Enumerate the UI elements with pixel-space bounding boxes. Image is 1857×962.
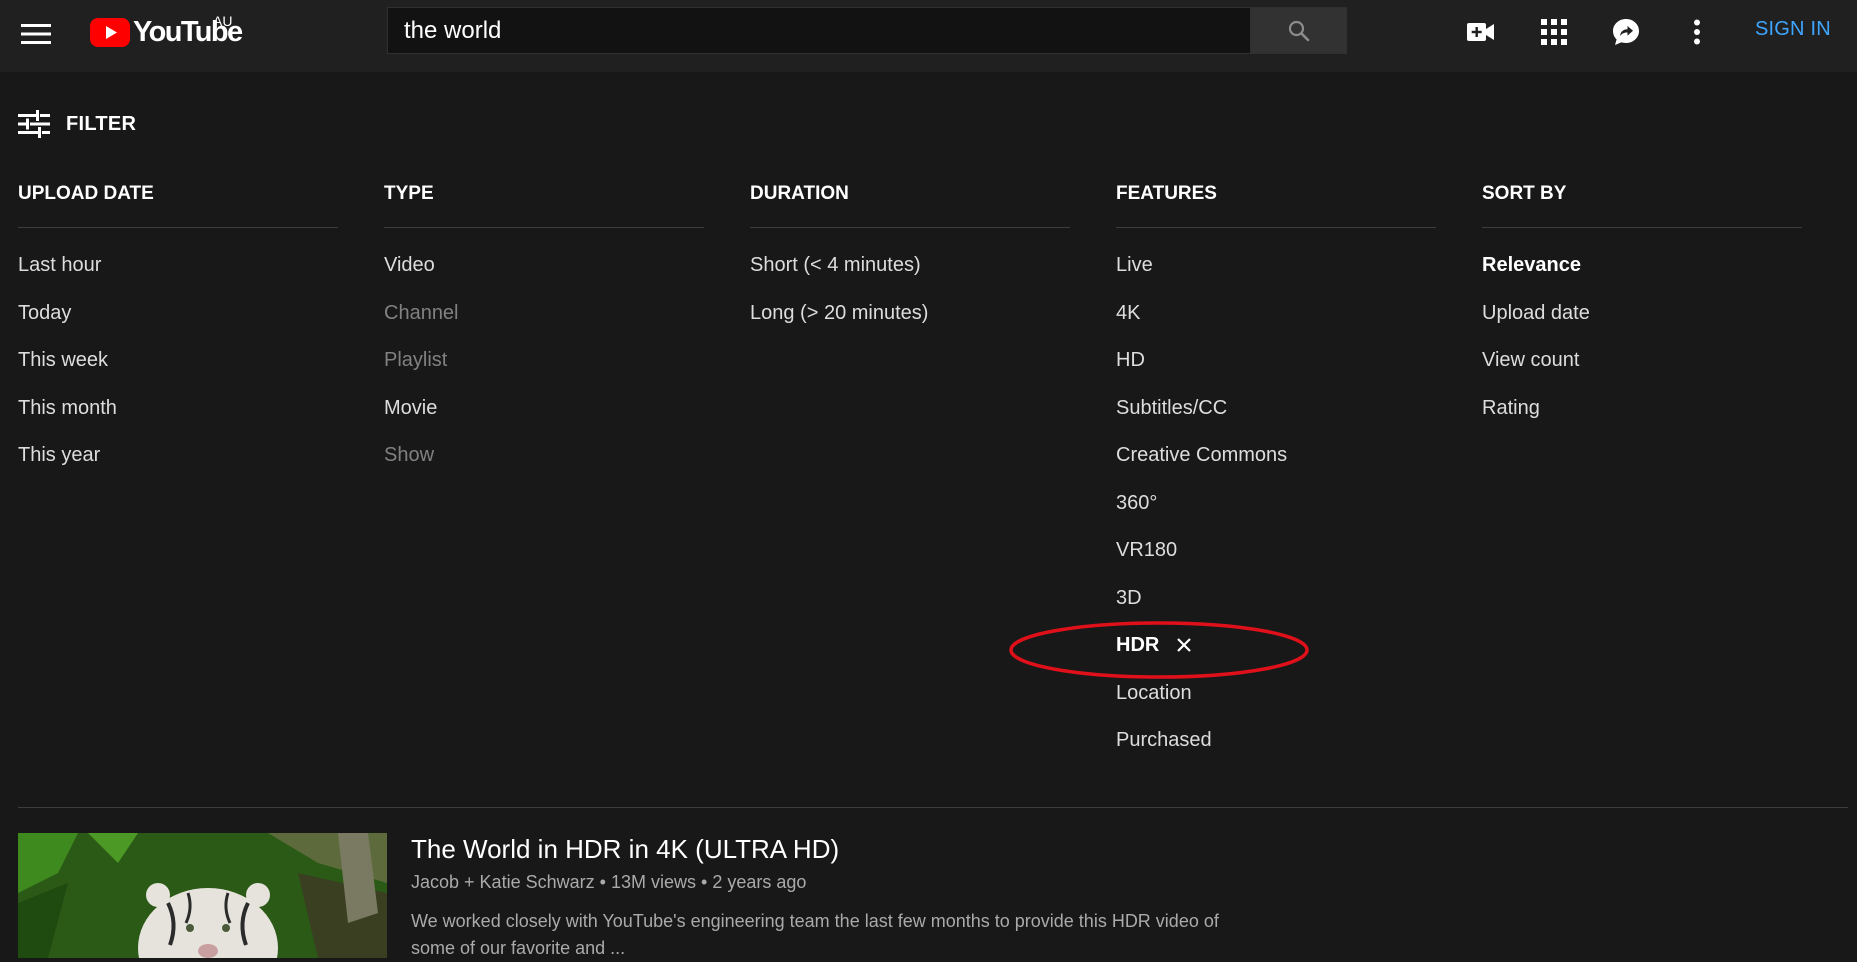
sort-option-relevance[interactable]: Relevance: [1482, 251, 1802, 299]
filter-option-show: Show: [384, 444, 435, 466]
remove-filter-button[interactable]: [1175, 636, 1193, 654]
filter-option-hdr[interactable]: HDR: [1116, 631, 1436, 679]
filter-column-features: FEATURES Live 4K HD Subtitles/CC Creativ…: [1116, 180, 1436, 774]
menu-icon: [21, 24, 51, 44]
search-input[interactable]: [388, 8, 1250, 53]
filter-column-duration: DURATION Short (< 4 minutes) Long (> 20 …: [750, 180, 1070, 346]
more-button[interactable]: [1673, 12, 1721, 52]
video-description: We worked closely with YouTube's enginee…: [411, 908, 1311, 962]
column-title: FEATURES: [1116, 180, 1436, 228]
meta-separator: •: [599, 872, 606, 892]
messages-icon: [1613, 19, 1639, 45]
create-video-icon: [1467, 23, 1494, 41]
view-count: 13M views: [610, 872, 696, 892]
description-line: We worked closely with YouTube's enginee…: [411, 911, 1219, 931]
filter-column-upload-date: UPLOAD DATE Last hour Today This week Th…: [18, 180, 338, 489]
filter-option-today[interactable]: Today: [18, 299, 338, 347]
apps-grid-icon: [1541, 19, 1567, 45]
column-title: TYPE: [384, 180, 704, 228]
filter-label: FILTER: [66, 112, 137, 135]
column-title: SORT BY: [1482, 180, 1802, 228]
sort-option-view-count[interactable]: View count: [1482, 346, 1802, 394]
masthead: YouTube AU the world SIGN IN: [0, 0, 1857, 72]
search-box: [387, 7, 1251, 54]
video-title-link[interactable]: The World in HDR in 4K (ULTRA HD): [411, 834, 839, 865]
filter-option-this-month[interactable]: This month: [18, 394, 338, 442]
country-code: AU: [213, 13, 233, 29]
filter-column-sort-by: SORT BY Relevance Upload date View count…: [1482, 180, 1802, 441]
filter-option-this-week[interactable]: This week: [18, 346, 338, 394]
filter-option-3d[interactable]: 3D: [1116, 584, 1436, 632]
filter-option-long[interactable]: Long (> 20 minutes): [750, 299, 1070, 347]
divider: [18, 807, 1848, 808]
sort-option-upload-date[interactable]: Upload date: [1482, 299, 1802, 347]
filter-option-channel: Channel: [384, 301, 459, 324]
apps-button[interactable]: [1530, 12, 1578, 52]
meta-separator: •: [701, 872, 708, 892]
filter-option-movie[interactable]: Movie: [384, 394, 704, 442]
column-title: UPLOAD DATE: [18, 180, 338, 228]
filter-option-short[interactable]: Short (< 4 minutes): [750, 251, 1070, 299]
filter-option-creative-commons[interactable]: Creative Commons: [1116, 441, 1436, 489]
filter-option-hd[interactable]: HD: [1116, 346, 1436, 394]
filter-option-live[interactable]: Live: [1116, 251, 1436, 299]
search-button[interactable]: [1251, 7, 1347, 54]
filter-option-subtitles-cc[interactable]: Subtitles/CC: [1116, 394, 1436, 442]
upload-age: 2 years ago: [712, 872, 807, 892]
filter-option-last-hour[interactable]: Last hour: [18, 251, 338, 299]
filter-option-hdr-label: HDR: [1116, 634, 1160, 656]
sign-in-button[interactable]: SIGN IN: [1755, 18, 1831, 41]
filter-option-video[interactable]: Video: [384, 251, 704, 299]
youtube-logo-icon: [90, 17, 130, 47]
close-icon: [1177, 638, 1192, 652]
menu-button[interactable]: [14, 12, 58, 56]
messages-button[interactable]: [1602, 12, 1650, 52]
more-vert-icon: [1694, 19, 1700, 45]
thumbnail-tiger-image: [18, 833, 387, 958]
filter-toggle-button[interactable]: FILTER: [18, 106, 136, 142]
filter-option-location[interactable]: Location: [1116, 679, 1436, 727]
filter-column-type: TYPE Video Channel Playlist Movie Show: [384, 180, 704, 489]
search-icon: [1288, 20, 1310, 41]
create-button[interactable]: [1457, 12, 1505, 52]
sort-option-rating[interactable]: Rating: [1482, 394, 1802, 442]
channel-name-link[interactable]: Jacob + Katie Schwarz: [411, 872, 595, 892]
video-metadata: Jacob + Katie Schwarz • 13M views • 2 ye…: [411, 872, 806, 893]
filter-option-360[interactable]: 360°: [1116, 489, 1436, 537]
filter-option-4k[interactable]: 4K: [1116, 299, 1436, 347]
filter-option-vr180[interactable]: VR180: [1116, 536, 1436, 584]
video-thumbnail[interactable]: [18, 833, 387, 958]
filter-option-purchased[interactable]: Purchased: [1116, 726, 1436, 774]
filter-option-playlist: Playlist: [384, 349, 448, 371]
column-title: DURATION: [750, 180, 1070, 228]
filter-option-this-year[interactable]: This year: [18, 441, 338, 489]
filter-sliders-icon: [18, 110, 50, 138]
